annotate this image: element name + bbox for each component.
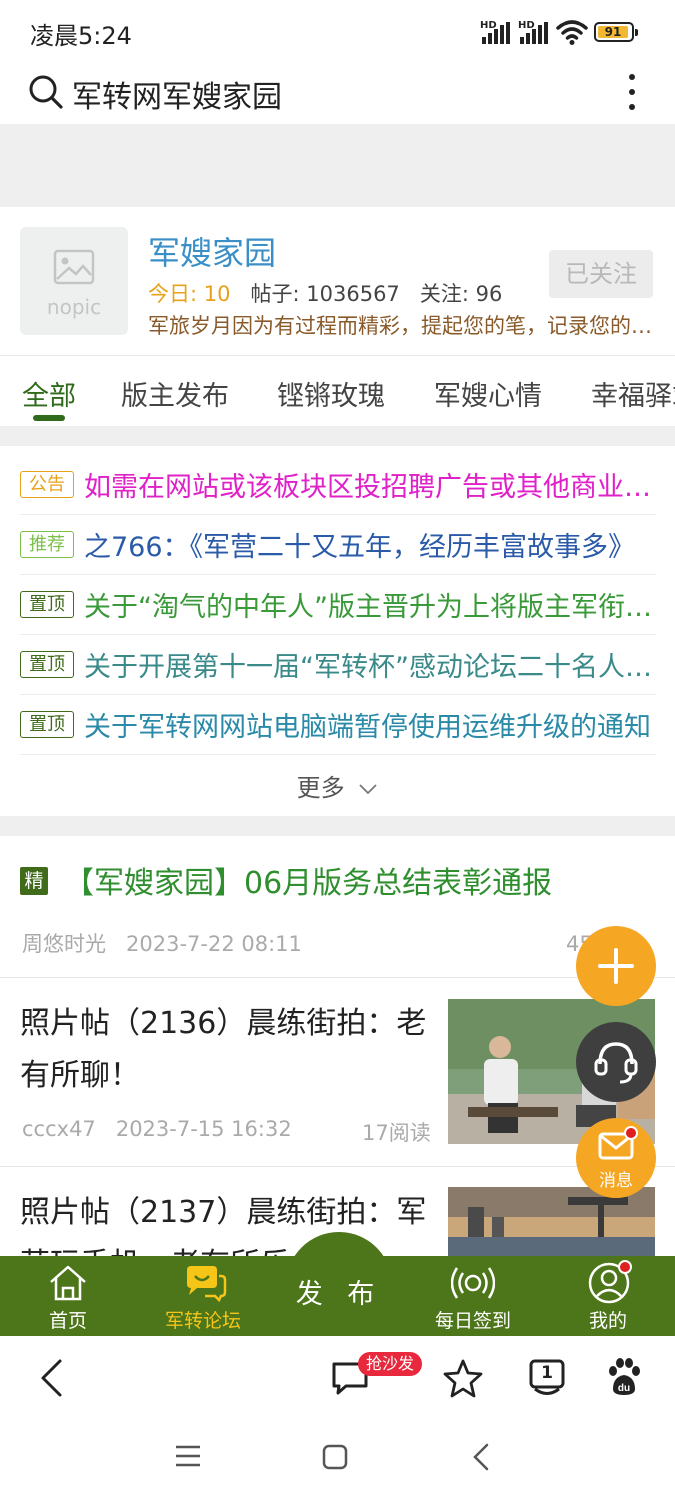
notice-item[interactable]: 置顶 关于开展第十一届“军转杯”感动论坛二十名人物评选活动的通知 <box>20 635 656 695</box>
avatar-placeholder-text: nopic <box>46 295 102 319</box>
post-thumbnail[interactable] <box>448 1187 655 1256</box>
tabs-icon[interactable]: 1 <box>527 1358 567 1398</box>
back-icon[interactable] <box>38 1358 64 1398</box>
home-icon <box>50 1265 86 1301</box>
post-author: cccx47 <box>22 1117 96 1141</box>
post-meta: 周悠时光 2023-7-22 08:11 <box>22 928 302 958</box>
pinned-badge: 置顶 <box>20 711 74 738</box>
recommend-badge: 推荐 <box>20 531 74 558</box>
tab-moderator-posts[interactable]: 版主发布 <box>121 374 229 413</box>
more-label: 更多 <box>296 774 345 802</box>
today-count: 今日: 10 <box>148 282 231 306</box>
nav-forum[interactable]: 军转论坛 <box>143 1256 263 1336</box>
nav-checkin-label: 每日签到 <box>434 1310 511 1332</box>
notice-text: 之766：《军营二十又五年，经历丰富故事多》 <box>84 532 636 563</box>
banner-placeholder <box>0 124 675 207</box>
chevron-down-icon <box>359 784 377 795</box>
checkin-icon <box>451 1267 495 1299</box>
more-options-icon[interactable] <box>624 72 640 112</box>
nav-checkin[interactable]: 每日签到 <box>413 1256 533 1336</box>
battery-icon: 91 <box>594 22 638 42</box>
signal-1-icon <box>482 22 510 44</box>
featured-badge: 精 <box>20 866 48 895</box>
create-post-button[interactable] <box>576 926 656 1006</box>
forum-avatar: nopic <box>20 227 128 335</box>
notice-badge: 公告 <box>20 471 74 498</box>
baidu-paw-icon[interactable]: du <box>605 1357 643 1397</box>
divider <box>0 355 675 356</box>
forum-name: 军嫂家园 <box>148 234 277 272</box>
post-reads: 17阅读 <box>362 1121 431 1145</box>
notice-text: 如需在网站或该板块区投招聘广告或其他商业广告请联系管理员 <box>84 472 656 503</box>
menu-icon[interactable] <box>174 1444 202 1468</box>
notice-item[interactable]: 置顶 关于军转网网站电脑端暂停使用运维升级的通知 <box>20 695 656 755</box>
post-date: 2023-7-15 16:32 <box>115 1117 292 1141</box>
pinned-badge: 置顶 <box>20 591 74 618</box>
notice-text: 关于军转网网站电脑端暂停使用运维升级的通知 <box>84 712 651 743</box>
messages-button[interactable]: 消息 <box>576 1118 656 1198</box>
sofa-badge: 抢沙发 <box>358 1352 423 1376</box>
post-title[interactable]: 照片帖（2136）晨练街拍：老有所聊！ <box>20 998 440 1102</box>
nav-forum-label: 军转论坛 <box>164 1310 241 1332</box>
nav-profile[interactable]: 我的 <box>548 1256 668 1336</box>
forum-chat-icon <box>187 1266 227 1302</box>
forum-stats: 今日: 10 帖子: 1036567 关注: 96 <box>148 278 502 308</box>
notice-text: 关于“淘气的中年人”版主晋升为上将版主军衔的通知 <box>84 592 656 623</box>
home-square-icon[interactable] <box>322 1444 348 1470</box>
divider <box>0 1166 675 1167</box>
svg-text:du: du <box>618 1383 630 1394</box>
followers-count: 关注: 96 <box>419 282 503 306</box>
wifi-icon <box>556 20 588 45</box>
tab-count: 1 <box>541 1363 553 1383</box>
post-title[interactable]: 照片帖（2137）晨练街拍：军营玩手机，老有所乐 <box>20 1187 440 1256</box>
tab-mood[interactable]: 军嫂心情 <box>434 374 542 413</box>
forum-description: 军旅岁月因为有过程而精彩，提起您的笔，记录您的军旅生活 <box>148 314 658 338</box>
post-title[interactable]: 精【军嫂家园】06月版务总结表彰通报 <box>20 858 552 902</box>
post-author: 周悠时光 <box>22 932 106 956</box>
more-notices-link[interactable]: 更多 <box>0 768 675 803</box>
system-back-icon[interactable] <box>472 1442 490 1472</box>
notice-text: 关于开展第十一届“军转杯”感动论坛二十名人物评选活动的通知 <box>84 652 656 683</box>
nav-home[interactable]: 首页 <box>8 1256 128 1336</box>
publish-button[interactable]: 发 布 <box>286 1232 392 1338</box>
search-icon[interactable] <box>28 74 64 110</box>
publish-label: 发 布 <box>295 1279 383 1310</box>
post-date: 2023-7-22 08:11 <box>126 932 302 956</box>
notice-item[interactable]: 置顶 关于“淘气的中年人”版主晋升为上将版主军衔的通知 <box>20 575 656 635</box>
headset-icon <box>594 1042 638 1084</box>
notice-item[interactable]: 推荐 之766：《军营二十又五年，经历丰富故事多》 <box>20 515 656 575</box>
tab-happiness[interactable]: 幸福驿站 <box>591 374 675 413</box>
star-icon[interactable] <box>442 1358 484 1398</box>
post-title-text: 【军嫂家园】06月版务总结表彰通报 <box>64 866 553 901</box>
search-query-title[interactable]: 军转网军嫂家园 <box>72 72 282 116</box>
tab-all[interactable]: 全部 <box>22 374 76 413</box>
divider <box>0 977 675 978</box>
active-tab-indicator <box>33 415 65 421</box>
posts-count: 帖子: 1036567 <box>250 282 400 306</box>
pinned-badge: 置顶 <box>20 651 74 678</box>
section-gap <box>0 816 675 836</box>
follow-button[interactable]: 已关注 <box>549 250 653 298</box>
status-bar: 凌晨5:24 HD HD 91 <box>0 0 675 62</box>
tab-roses[interactable]: 铿锵玫瑰 <box>277 374 385 413</box>
notice-item[interactable]: 公告 如需在网站或该板块区投招聘广告或其他商业广告请联系管理员 <box>20 455 656 515</box>
section-gap <box>0 426 675 446</box>
signal-2-icon <box>520 22 548 44</box>
status-time: 凌晨5:24 <box>30 22 132 50</box>
messages-label: 消息 <box>599 1171 633 1191</box>
nav-home-label: 首页 <box>48 1310 87 1332</box>
unread-dot <box>624 1126 638 1140</box>
nav-profile-label: 我的 <box>588 1310 627 1332</box>
post-meta: cccx47 2023-7-15 16:32 <box>22 1117 292 1141</box>
image-placeholder-icon <box>53 249 95 285</box>
customer-service-button[interactable] <box>576 1022 656 1102</box>
battery-level: 91 <box>604 25 622 39</box>
profile-notification-dot <box>618 1260 632 1274</box>
